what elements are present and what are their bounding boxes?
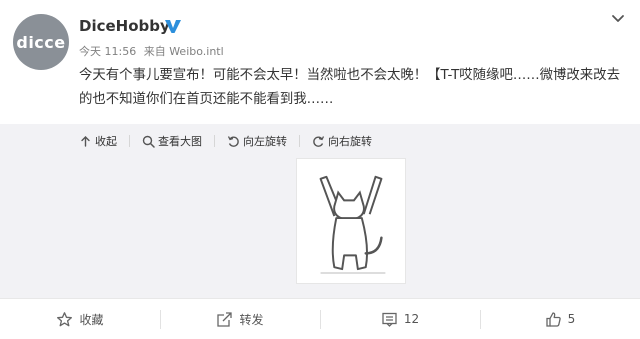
divider [214,135,215,147]
star-icon [57,311,73,326]
view-large-label: 查看大图 [158,135,202,148]
rotate-left-button[interactable]: 向左旋转 [227,133,287,149]
rotate-left-label: 向左旋转 [243,135,287,148]
rotate-left-icon [227,135,239,147]
comment-button[interactable]: 12 [320,299,480,339]
media-toolbar: 收起 查看大图 向左旋转 向右旋转 [79,124,372,158]
like-button[interactable]: 5 [480,299,640,339]
avatar[interactable]: dicce [13,14,69,70]
rotate-right-button[interactable]: 向右旋转 [312,133,372,149]
rotate-right-icon [313,135,325,147]
media-panel: 收起 查看大图 向左旋转 向右旋转 [0,124,640,298]
username-link[interactable]: DiceHobby [79,17,170,35]
chevron-down-icon[interactable] [610,10,626,26]
weibo-post-card: dicce DiceHobby 今天 11:56 来自 Weibo.intl 今… [0,0,640,339]
post-text: 今天有个事儿要宣布！可能不会太早！当然啦也不会太晚！【T-T哎随缘吧……微博改来… [79,68,620,107]
collapse-button[interactable]: 收起 [79,133,117,149]
search-icon [142,135,155,148]
thumbs-up-icon [546,311,561,327]
post-source: 来自 Weibo.intl [143,45,224,58]
comment-count: 12 [403,312,420,326]
post-action-bar: 收藏 转发 12 5 [0,298,640,339]
like-count: 5 [567,312,576,326]
divider [129,135,130,147]
comment-icon [382,312,397,327]
share-icon [217,311,233,327]
collapse-label: 收起 [95,135,117,148]
arrow-up-icon [81,135,90,147]
view-large-button[interactable]: 查看大图 [142,133,202,149]
repost-label: 转发 [239,312,264,327]
favorite-button[interactable]: 收藏 [0,299,160,339]
post-time[interactable]: 今天 11:56 [79,45,136,58]
favorite-label: 收藏 [79,312,104,327]
cat-sticker-image[interactable] [296,158,406,284]
post-meta: 今天 11:56 来自 Weibo.intl [79,43,228,59]
divider [299,135,300,147]
rotate-right-label: 向右旋转 [328,135,372,148]
avatar-logo-text: dicce [16,32,66,52]
repost-button[interactable]: 转发 [160,299,320,339]
verified-v-icon [165,20,181,33]
